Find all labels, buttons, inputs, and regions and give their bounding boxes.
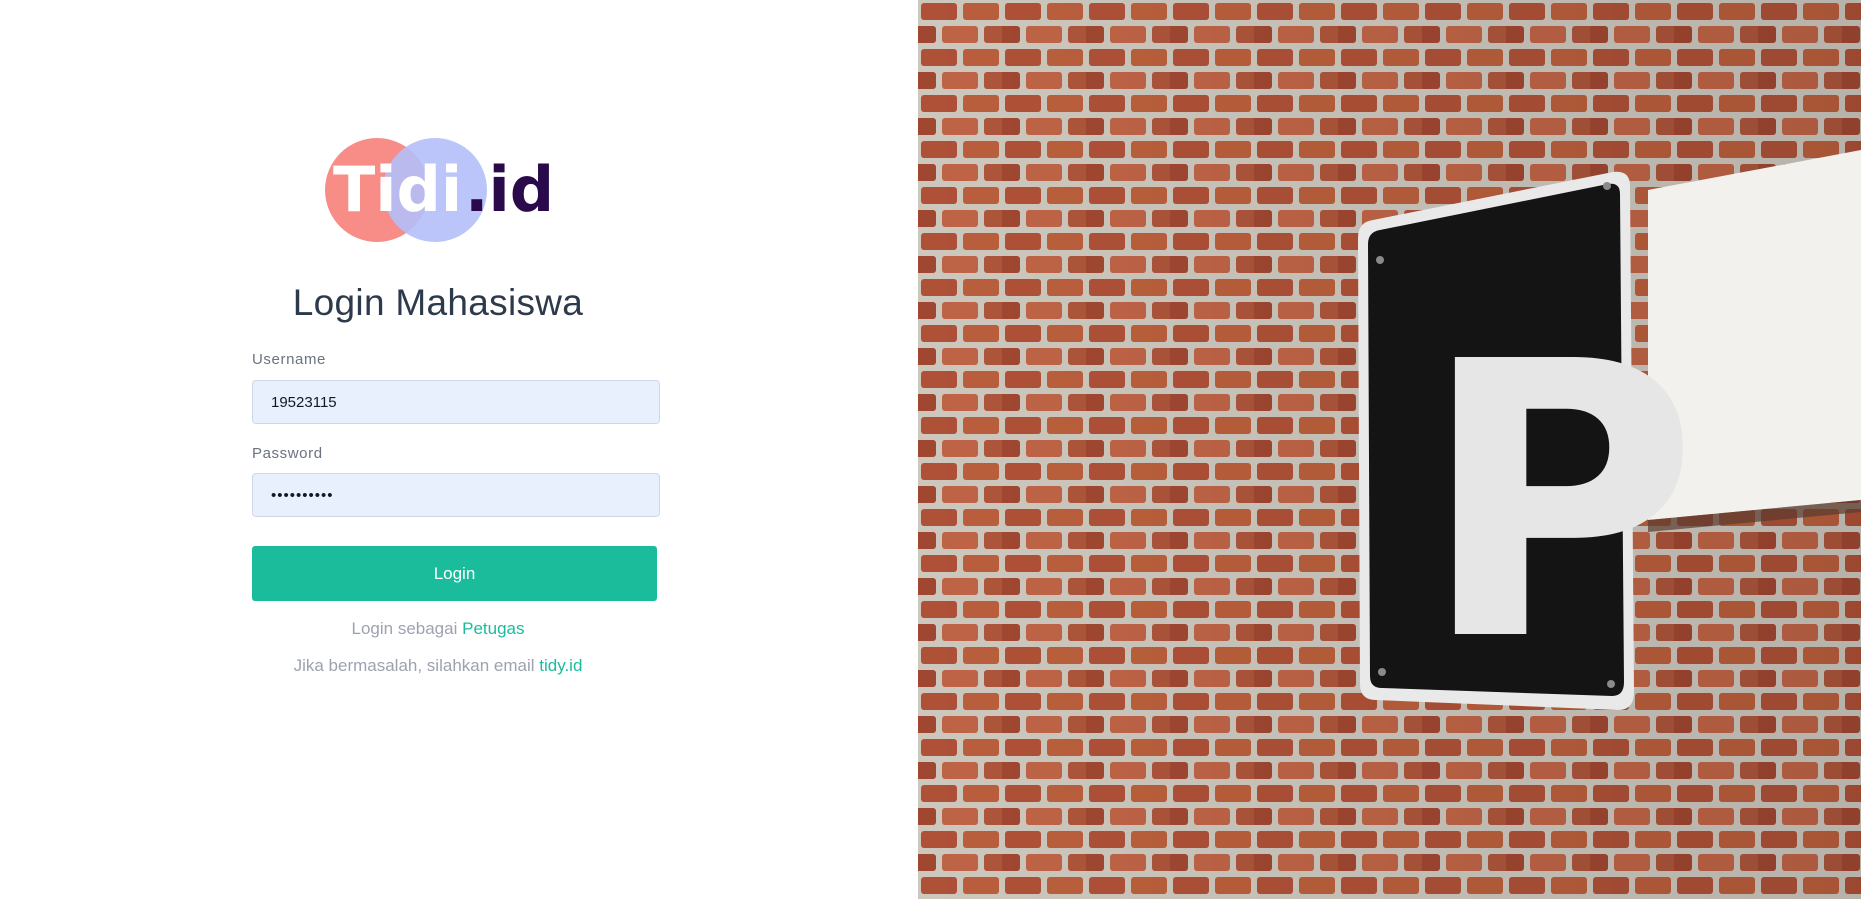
alt-login-text: Login sebagai xyxy=(351,619,458,638)
sign-letter: P xyxy=(1420,281,1699,724)
svg-text:.id: .id xyxy=(465,153,554,226)
svg-text:Tidi: Tidi xyxy=(333,153,462,226)
page-title: Login Mahasiswa xyxy=(292,282,584,323)
username-input[interactable] xyxy=(252,380,660,424)
help-text: Jika bermasalah, silahkan email xyxy=(293,656,535,675)
login-page: Tidi .id Login Mahasiswa Username Passwo… xyxy=(0,0,1861,899)
login-button[interactable]: Login xyxy=(252,546,657,601)
petugas-link[interactable]: Petugas xyxy=(462,619,524,638)
password-label: Password xyxy=(252,445,323,462)
password-input[interactable] xyxy=(252,473,660,517)
email-link[interactable]: tidy.id xyxy=(539,656,582,675)
login-panel: Tidi .id Login Mahasiswa Username Passwo… xyxy=(0,0,918,899)
parking-sign-photo: P xyxy=(918,0,1861,899)
username-label: Username xyxy=(252,351,326,368)
alt-login-line: Login sebagai Petugas xyxy=(252,619,624,639)
tidi-logo: Tidi .id xyxy=(325,136,555,244)
help-line: Jika bermasalah, silahkan email tidy.id xyxy=(252,656,624,676)
brick-wall-image: P xyxy=(918,0,1861,899)
